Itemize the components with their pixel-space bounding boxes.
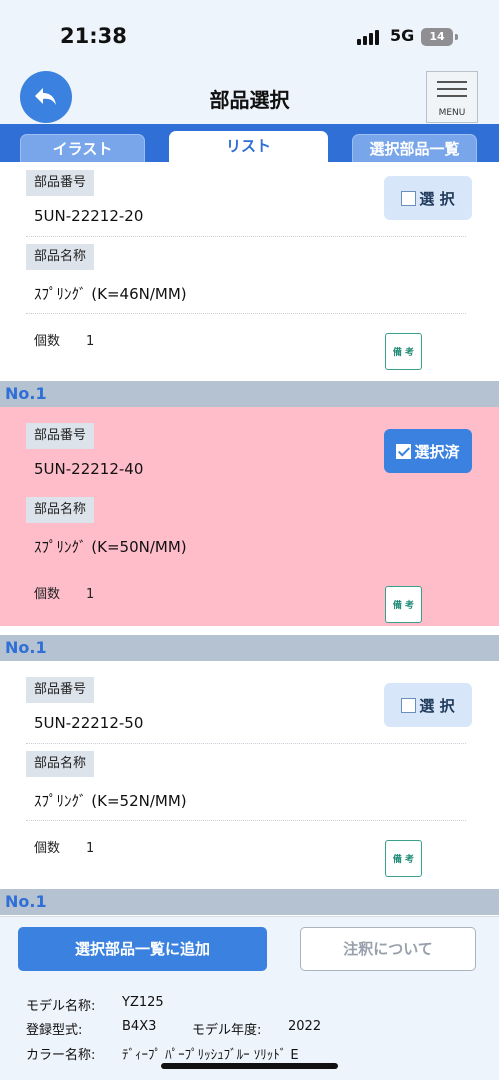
select-label: 選 択	[419, 189, 455, 208]
part-number-label: 部品番号	[26, 677, 95, 703]
part-name-label: 部品名称	[26, 244, 95, 270]
tab-bar: イラスト リスト 選択部品一覧	[0, 124, 499, 162]
item-number-bar: No.1	[0, 381, 499, 407]
tab-illustration[interactable]: イラスト	[20, 134, 145, 162]
status-bar: 21:38 5G 14	[0, 0, 499, 64]
quantity-value: 1	[86, 587, 95, 602]
parts-list[interactable]: 部品番号 5UN-22212-20 選 択 部品名称 ｽﾌﾟﾘﾝｸﾞ (K=46…	[0, 162, 499, 916]
part-name-label: 部品名称	[26, 751, 95, 777]
part-name-value: ｽﾌﾟﾘﾝｸﾞ (K=50N/MM)	[34, 538, 187, 556]
model-year-label: モデル年度:	[192, 1023, 262, 1038]
battery-icon: 14	[421, 28, 453, 46]
registration-value: B4X3	[122, 1019, 157, 1034]
quantity-row: 個数 1	[34, 583, 94, 602]
tab-selected-parts[interactable]: 選択部品一覧	[352, 134, 477, 162]
part-card: 部品番号 5UN-22212-20 選 択 部品名称 ｽﾌﾟﾘﾝｸﾞ (K=46…	[0, 162, 499, 381]
home-indicator[interactable]	[161, 1063, 338, 1069]
menu-icon	[437, 81, 467, 83]
divider	[26, 743, 466, 744]
model-name-value: YZ125	[122, 995, 164, 1010]
checkbox-icon	[401, 697, 417, 713]
part-number-label: 部品番号	[26, 423, 95, 449]
color-name-label: カラー名称:	[26, 1048, 96, 1063]
quantity-row: 個数 1	[34, 330, 94, 349]
battery-tip	[455, 34, 458, 40]
divider	[26, 236, 466, 237]
battery-level: 14	[429, 30, 445, 43]
note-button[interactable]: 備 考	[385, 333, 422, 370]
note-button[interactable]: 備 考	[385, 586, 422, 623]
menu-label: MENU	[438, 108, 466, 118]
selected-button[interactable]: 選択済	[384, 429, 472, 473]
quantity-label: 個数	[34, 841, 61, 856]
checkbox-icon	[401, 190, 417, 206]
quantity-label: 個数	[34, 587, 61, 602]
divider	[26, 820, 466, 821]
note-button[interactable]: 備 考	[385, 840, 422, 877]
part-number-value: 5UN-22212-40	[34, 460, 144, 478]
select-label: 選択済	[414, 442, 460, 461]
part-name-value: ｽﾌﾟﾘﾝｸﾞ (K=46N/MM)	[34, 285, 187, 303]
item-number-bar: No.1	[0, 889, 499, 915]
item-number-bar: No.1	[0, 635, 499, 661]
tab-list[interactable]: リスト	[169, 131, 328, 162]
quantity-value: 1	[86, 334, 95, 349]
part-card-selected: 部品番号 5UN-22212-40 選択済 部品名称 ｽﾌﾟﾘﾝｸﾞ (K=50…	[0, 407, 499, 626]
model-year-value: 2022	[288, 1019, 322, 1034]
part-number-value: 5UN-22212-20	[34, 207, 144, 225]
menu-button[interactable]: MENU	[426, 71, 478, 123]
select-label: 選 択	[419, 696, 455, 715]
checkbox-checked-icon	[396, 443, 412, 459]
quantity-label: 個数	[34, 334, 61, 349]
network-type: 5G	[390, 26, 415, 45]
menu-icon-bar	[437, 95, 467, 97]
color-name-value: ﾃﾞｨｰﾌﾟ ﾊﾟｰﾌﾟﾘｯｼｭﾌﾞﾙｰ ｿﾘｯﾄﾞ E	[122, 1048, 299, 1063]
part-number-label: 部品番号	[26, 170, 95, 196]
divider	[26, 313, 466, 314]
select-button[interactable]: 選 択	[384, 176, 472, 220]
select-button[interactable]: 選 択	[384, 683, 472, 727]
quantity-value: 1	[86, 841, 95, 856]
menu-icon-bar	[437, 88, 467, 90]
signal-icon	[357, 29, 383, 45]
quantity-row: 個数 1	[34, 837, 94, 856]
registration-label: 登録型式:	[26, 1023, 83, 1038]
model-name-label: モデル名称:	[26, 999, 96, 1014]
part-name-label: 部品名称	[26, 497, 95, 523]
status-time: 21:38	[60, 24, 127, 48]
bottom-panel: 選択部品一覧に追加 注釈について モデル名称: YZ125 登録型式: B4X3…	[0, 916, 499, 1080]
part-number-value: 5UN-22212-50	[34, 714, 144, 732]
page-title: 部品選択	[209, 88, 290, 112]
about-notes-button[interactable]: 注釈について	[300, 927, 476, 971]
part-card: 部品番号 5UN-22212-50 選 択 部品名称 ｽﾌﾟﾘﾝｸﾞ (K=52…	[0, 661, 499, 880]
part-name-value: ｽﾌﾟﾘﾝｸﾞ (K=52N/MM)	[34, 792, 187, 810]
add-to-selected-list-button[interactable]: 選択部品一覧に追加	[18, 927, 267, 971]
